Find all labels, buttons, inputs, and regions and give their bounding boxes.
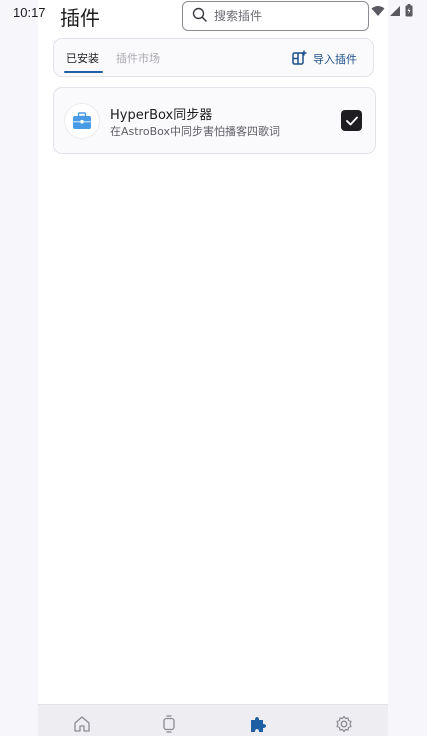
nav-settings[interactable] bbox=[324, 715, 364, 736]
page-title: 插件 bbox=[60, 6, 100, 30]
tab-installed[interactable]: 已安装 bbox=[66, 50, 99, 66]
tab-plugin-market[interactable]: 插件市场 bbox=[116, 50, 160, 66]
import-plugin-label: 导入插件 bbox=[313, 53, 357, 66]
status-icons bbox=[371, 4, 413, 17]
toolbox-icon bbox=[64, 103, 100, 139]
home-icon bbox=[73, 715, 91, 736]
import-add-icon bbox=[292, 50, 307, 68]
checkmark-icon bbox=[345, 111, 358, 130]
import-plugin-button[interactable]: 导入插件 bbox=[292, 50, 357, 68]
nav-plugins[interactable] bbox=[237, 715, 277, 736]
settings-gear-icon bbox=[335, 715, 353, 736]
plugin-description: 在AstroBox中同步害怕播客四歌词 bbox=[110, 125, 281, 138]
wifi-icon bbox=[371, 5, 385, 17]
search-box[interactable] bbox=[182, 1, 369, 31]
watch-icon bbox=[160, 715, 178, 736]
nav-device[interactable] bbox=[149, 715, 189, 736]
tabs-card: 已安装 插件市场 导入插件 bbox=[53, 38, 374, 77]
plugin-enabled-checkbox[interactable] bbox=[341, 110, 362, 131]
active-tab-indicator bbox=[64, 71, 103, 73]
puzzle-icon bbox=[248, 715, 266, 736]
nav-home[interactable] bbox=[62, 715, 102, 736]
battery-icon bbox=[405, 4, 413, 17]
search-input[interactable] bbox=[214, 9, 354, 23]
search-icon bbox=[192, 7, 207, 26]
plugin-name: HyperBox同步器 bbox=[110, 108, 213, 123]
bottom-navigation bbox=[38, 704, 388, 736]
plugin-card[interactable]: HyperBox同步器 在AstroBox中同步害怕播客四歌词 bbox=[53, 87, 376, 154]
status-time: 10:17 bbox=[13, 5, 46, 20]
cellular-signal-icon bbox=[389, 5, 401, 17]
